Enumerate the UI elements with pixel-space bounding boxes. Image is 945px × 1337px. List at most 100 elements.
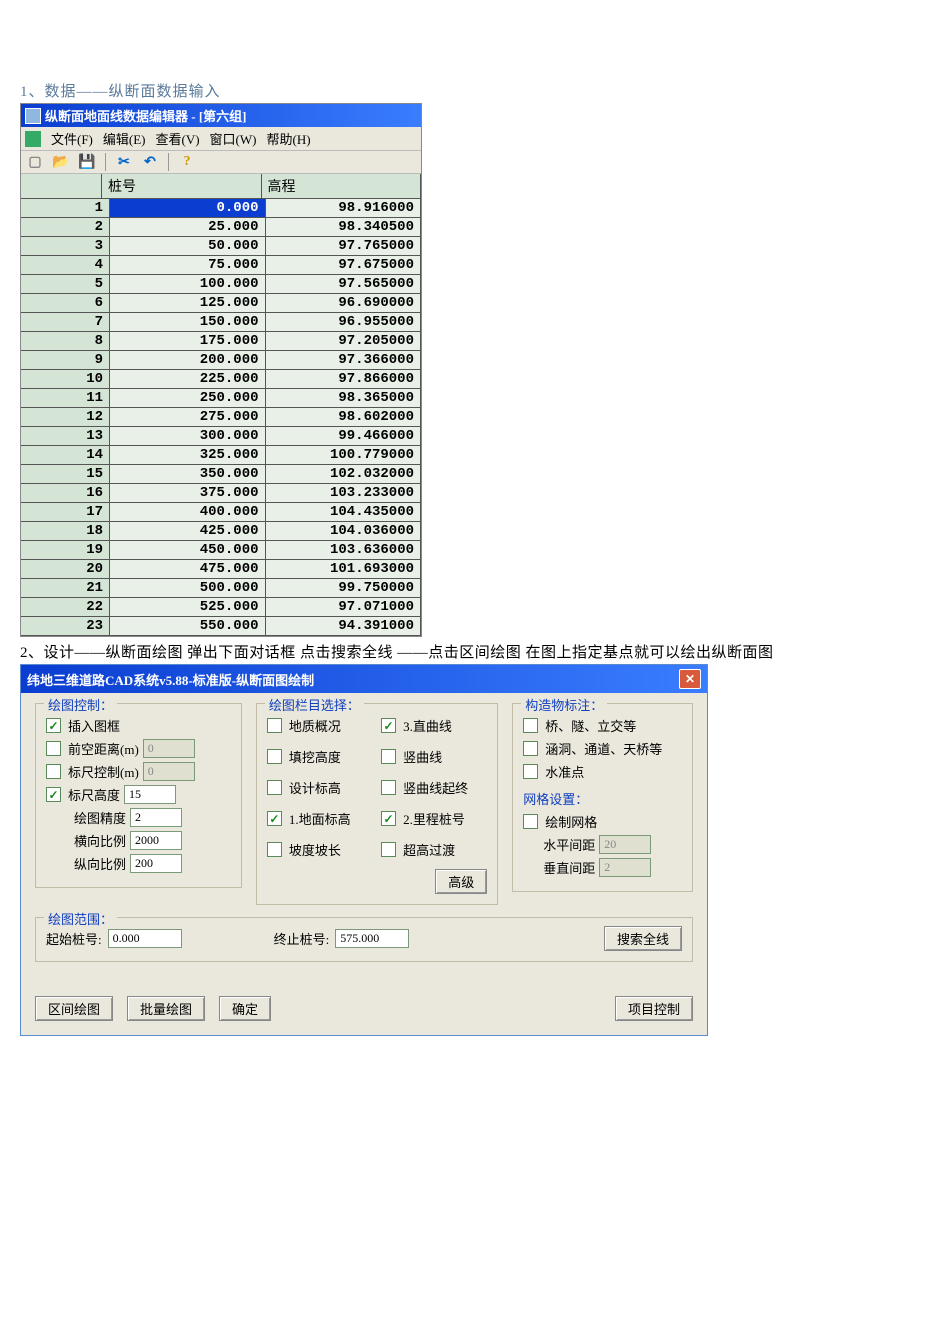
cell-stake[interactable]: 50.000 xyxy=(110,237,266,255)
row-number[interactable]: 15 xyxy=(21,465,110,483)
cell-stake[interactable]: 400.000 xyxy=(110,503,266,521)
cb-super[interactable] xyxy=(381,842,396,857)
input-end-stake[interactable] xyxy=(335,929,409,948)
menu-edit[interactable]: 编辑(E) xyxy=(103,129,146,148)
cell-stake[interactable]: 300.000 xyxy=(110,427,266,445)
input-hspace[interactable] xyxy=(599,835,651,854)
cell-elev[interactable]: 97.205000 xyxy=(266,332,422,350)
batch-draw-button[interactable]: 批量绘图 xyxy=(127,996,205,1021)
row-number[interactable]: 17 xyxy=(21,503,110,521)
input-precision[interactable] xyxy=(130,808,182,827)
row-number[interactable]: 3 xyxy=(21,237,110,255)
cell-stake[interactable]: 75.000 xyxy=(110,256,266,274)
cell-stake[interactable]: 250.000 xyxy=(110,389,266,407)
cb-front-space[interactable] xyxy=(46,741,61,756)
cell-stake[interactable]: 450.000 xyxy=(110,541,266,559)
cell-elev[interactable]: 96.690000 xyxy=(266,294,422,312)
cell-elev[interactable]: 103.233000 xyxy=(266,484,422,502)
search-all-button[interactable]: 搜索全线 xyxy=(604,926,682,951)
row-number[interactable]: 8 xyxy=(21,332,110,350)
cell-elev[interactable]: 97.675000 xyxy=(266,256,422,274)
cell-elev[interactable]: 101.693000 xyxy=(266,560,422,578)
cb-insert-frame[interactable] xyxy=(46,718,61,733)
cell-stake[interactable]: 0.000 xyxy=(110,199,266,217)
cell-elev[interactable]: 102.032000 xyxy=(266,465,422,483)
row-number[interactable]: 20 xyxy=(21,560,110,578)
row-number[interactable]: 11 xyxy=(21,389,110,407)
cell-elev[interactable]: 98.365000 xyxy=(266,389,422,407)
cell-stake[interactable]: 100.000 xyxy=(110,275,266,293)
cell-stake[interactable]: 200.000 xyxy=(110,351,266,369)
row-number[interactable]: 1 xyxy=(21,199,110,217)
cell-elev[interactable]: 104.435000 xyxy=(266,503,422,521)
cb-culvert[interactable] xyxy=(523,741,538,756)
cell-stake[interactable]: 475.000 xyxy=(110,560,266,578)
cb-mile2[interactable] xyxy=(381,811,396,826)
cell-stake[interactable]: 375.000 xyxy=(110,484,266,502)
col-stake[interactable]: 桩号 xyxy=(102,174,262,198)
cb-bm[interactable] xyxy=(523,764,538,779)
cb-fill[interactable] xyxy=(267,749,282,764)
cell-stake[interactable]: 275.000 xyxy=(110,408,266,426)
ok-button[interactable]: 确定 xyxy=(219,996,271,1021)
row-number[interactable]: 13 xyxy=(21,427,110,445)
advanced-button[interactable]: 高级 xyxy=(435,869,487,894)
cell-stake[interactable]: 550.000 xyxy=(110,617,266,635)
menu-view[interactable]: 查看(V) xyxy=(156,129,200,148)
row-number[interactable]: 6 xyxy=(21,294,110,312)
cb-ground1[interactable] xyxy=(267,811,282,826)
cb-geo[interactable] xyxy=(267,718,282,733)
row-number[interactable]: 18 xyxy=(21,522,110,540)
row-number[interactable]: 10 xyxy=(21,370,110,388)
cell-elev[interactable]: 104.036000 xyxy=(266,522,422,540)
cell-elev[interactable]: 97.071000 xyxy=(266,598,422,616)
cell-stake[interactable]: 500.000 xyxy=(110,579,266,597)
input-hscale[interactable] xyxy=(130,831,182,850)
row-number[interactable]: 5 xyxy=(21,275,110,293)
cell-stake[interactable]: 150.000 xyxy=(110,313,266,331)
cell-elev[interactable]: 96.955000 xyxy=(266,313,422,331)
row-number[interactable]: 2 xyxy=(21,218,110,236)
cell-elev[interactable]: 98.340500 xyxy=(266,218,422,236)
menu-file[interactable]: 文件(F) xyxy=(51,129,93,148)
cb-slope[interactable] xyxy=(267,842,282,857)
cell-elev[interactable]: 94.391000 xyxy=(266,617,422,635)
row-number[interactable]: 12 xyxy=(21,408,110,426)
cb-vcurve-se[interactable] xyxy=(381,780,396,795)
close-icon[interactable]: ✕ xyxy=(679,669,701,689)
cell-stake[interactable]: 175.000 xyxy=(110,332,266,350)
cell-elev[interactable]: 97.765000 xyxy=(266,237,422,255)
cb-vcurve[interactable] xyxy=(381,749,396,764)
input-start-stake[interactable] xyxy=(108,929,182,948)
interval-draw-button[interactable]: 区间绘图 xyxy=(35,996,113,1021)
cell-stake[interactable]: 350.000 xyxy=(110,465,266,483)
open-icon[interactable]: 📂 xyxy=(51,153,71,171)
cb-ruler-ctrl[interactable] xyxy=(46,764,61,779)
input-front-space[interactable] xyxy=(143,739,195,758)
row-number[interactable]: 23 xyxy=(21,617,110,635)
col-elev[interactable]: 高程 xyxy=(262,174,422,198)
menu-window[interactable]: 窗口(W) xyxy=(210,129,257,148)
cell-stake[interactable]: 525.000 xyxy=(110,598,266,616)
cell-elev[interactable]: 97.565000 xyxy=(266,275,422,293)
row-number[interactable]: 7 xyxy=(21,313,110,331)
cell-stake[interactable]: 125.000 xyxy=(110,294,266,312)
row-number[interactable]: 21 xyxy=(21,579,110,597)
cell-stake[interactable]: 325.000 xyxy=(110,446,266,464)
cb-design[interactable] xyxy=(267,780,282,795)
cell-elev[interactable]: 97.866000 xyxy=(266,370,422,388)
cell-elev[interactable]: 98.916000 xyxy=(266,199,422,217)
row-number[interactable]: 22 xyxy=(21,598,110,616)
cb-draw-grid[interactable] xyxy=(523,814,538,829)
row-number[interactable]: 16 xyxy=(21,484,110,502)
input-vspace[interactable] xyxy=(599,858,651,877)
input-ruler-height[interactable] xyxy=(124,785,176,804)
row-number[interactable]: 19 xyxy=(21,541,110,559)
project-control-button[interactable]: 项目控制 xyxy=(615,996,693,1021)
help-icon[interactable]: ? xyxy=(177,153,197,171)
cell-stake[interactable]: 425.000 xyxy=(110,522,266,540)
new-icon[interactable]: ▢ xyxy=(25,153,45,171)
cell-elev[interactable]: 100.779000 xyxy=(266,446,422,464)
row-number[interactable]: 9 xyxy=(21,351,110,369)
cb-ruler-height[interactable] xyxy=(46,787,61,802)
